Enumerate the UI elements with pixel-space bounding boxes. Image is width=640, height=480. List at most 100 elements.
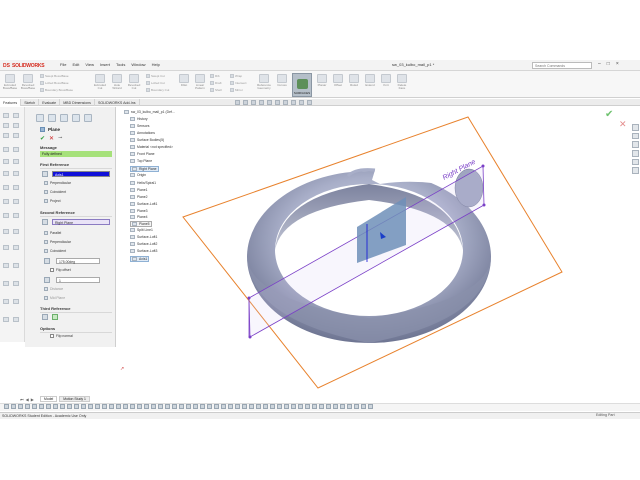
extend-surface-button[interactable]: Extend: [362, 74, 378, 87]
dome-icon[interactable]: [319, 404, 324, 409]
hide-show-icon[interactable]: [283, 100, 288, 105]
strip-icon-17[interactable]: [3, 213, 9, 218]
sweep-icon[interactable]: [130, 404, 135, 409]
mid-surface-icon[interactable]: [249, 404, 254, 409]
revolved-boss-button[interactable]: Revolved Boss/Base: [20, 74, 36, 90]
strip-icon-1[interactable]: [3, 113, 9, 118]
tab-sketch[interactable]: Sketch: [21, 99, 40, 106]
fill-icon[interactable]: [228, 404, 233, 409]
tab-motion-study[interactable]: Motion Study 1: [59, 396, 90, 402]
design-library-icon[interactable]: [632, 132, 639, 140]
delete-face-icon[interactable]: [256, 404, 261, 409]
strip-icon-19[interactable]: [3, 229, 9, 234]
strip-icon-3[interactable]: [3, 123, 9, 128]
strip-icon-13[interactable]: [3, 185, 9, 190]
first-ref-project[interactable]: Project: [44, 199, 61, 203]
tab-model[interactable]: Model: [40, 396, 58, 402]
menu-window[interactable]: Window: [131, 62, 145, 67]
lofted-boss-button[interactable]: Lofted Boss/Base: [40, 81, 69, 85]
untrim-icon[interactable]: [270, 404, 275, 409]
loft-icon[interactable]: [123, 404, 128, 409]
handle-point[interactable]: [248, 335, 252, 339]
view-palette-icon[interactable]: [632, 150, 639, 157]
rectangle-icon[interactable]: [11, 404, 16, 409]
shell-button[interactable]: Shell: [210, 88, 222, 92]
offset-icon[interactable]: [53, 404, 58, 409]
confirm-cancel-icon[interactable]: ✕: [619, 119, 627, 130]
strip-icon-24[interactable]: [13, 263, 19, 268]
settings-icon[interactable]: [368, 404, 373, 409]
menu-view[interactable]: View: [85, 62, 94, 67]
view-settings-icon[interactable]: [307, 100, 312, 105]
fillet-button[interactable]: Fillet: [176, 74, 192, 87]
surfaces-tab-button[interactable]: SURFACES: [292, 73, 312, 97]
menu-insert[interactable]: Insert: [100, 62, 110, 67]
planar-icon[interactable]: [214, 404, 219, 409]
revolved-cut-button[interactable]: Revolved Cut: [126, 74, 142, 90]
view-orientation-icon[interactable]: [267, 100, 272, 105]
property-manager-tab-icon[interactable]: [48, 114, 56, 122]
swept-boss-button[interactable]: Swept Boss/Base: [40, 74, 69, 78]
zoom-area-icon[interactable]: [243, 100, 248, 105]
curves-button[interactable]: Curves: [274, 74, 290, 87]
ruled-surface-button[interactable]: Ruled: [346, 74, 362, 87]
flip-normal-checkbox[interactable]: Flip normal: [50, 334, 73, 338]
lofted-cut-button[interactable]: Lofted Cut: [146, 81, 165, 85]
minimize-icon[interactable]: –: [598, 61, 601, 67]
spline-icon[interactable]: [32, 404, 37, 409]
circle-icon[interactable]: [18, 404, 23, 409]
resources-icon[interactable]: [632, 124, 639, 131]
mid-plane-option[interactable]: Mid Plane: [44, 296, 65, 300]
appearances-icon[interactable]: [632, 158, 639, 166]
strip-icon-7[interactable]: [3, 147, 9, 152]
solidworks-logo[interactable]: DS SOLIDWORKS: [3, 61, 47, 70]
ok-check-icon[interactable]: ✔: [40, 135, 45, 142]
strip-icon-11[interactable]: [3, 171, 9, 176]
flip-offset-checkbox[interactable]: Flip offset: [50, 268, 71, 272]
display-style-icon[interactable]: [275, 100, 280, 105]
menu-tools[interactable]: Tools: [116, 62, 125, 67]
first-reference-field[interactable]: Axis1: [52, 171, 110, 177]
appearance-icon[interactable]: [291, 100, 296, 105]
strip-icon-15[interactable]: [3, 199, 9, 204]
pattern-icon[interactable]: [67, 404, 72, 409]
mirror-icon[interactable]: [60, 404, 65, 409]
scale-icon[interactable]: [347, 404, 352, 409]
delete-face-button[interactable]: Delete Face: [394, 74, 410, 90]
planar-surface-button[interactable]: Planar: [314, 74, 330, 87]
maximize-icon[interactable]: □: [607, 61, 610, 67]
boundary-cut-button[interactable]: Boundary Cut: [146, 88, 169, 92]
strip-icon-8[interactable]: [13, 147, 19, 152]
freeform-icon[interactable]: [326, 404, 331, 409]
axis-icon[interactable]: [144, 404, 149, 409]
mirror-button[interactable]: Mirror: [230, 88, 243, 92]
curve-icon[interactable]: [165, 404, 170, 409]
first-ref-perpendicular[interactable]: Perpendicular: [44, 181, 71, 185]
next-tab-icon[interactable]: ▶: [31, 397, 34, 402]
first-ref-coincident[interactable]: Coincident: [44, 190, 66, 194]
file-explorer-icon[interactable]: [632, 141, 639, 149]
strip-icon-16[interactable]: [13, 199, 19, 204]
config-manager-tab-icon[interactable]: [60, 114, 68, 122]
wrap-icon[interactable]: [284, 404, 289, 409]
handle-point[interactable]: [482, 203, 486, 207]
third-reference-header[interactable]: Third Reference: [40, 306, 112, 313]
cancel-x-icon[interactable]: ✕: [49, 135, 54, 142]
strip-icon-6[interactable]: [13, 133, 19, 138]
arc-icon[interactable]: [25, 404, 30, 409]
graphics-viewport[interactable]: Right Plane: [117, 107, 632, 395]
angle-input[interactable]: 175.00deg: [56, 258, 100, 264]
boundary-icon[interactable]: [221, 404, 226, 409]
custom-properties-icon[interactable]: [632, 167, 639, 175]
dimension-icon[interactable]: [74, 404, 79, 409]
move-face-icon[interactable]: [298, 404, 303, 409]
helix-icon[interactable]: [172, 404, 177, 409]
move-copy-icon[interactable]: [361, 404, 366, 409]
knit-icon[interactable]: [186, 404, 191, 409]
measure-icon[interactable]: [151, 404, 156, 409]
prev-tab-icon[interactable]: ◀: [26, 397, 29, 402]
strip-icon-5[interactable]: [3, 133, 9, 138]
previous-view-icon[interactable]: [251, 100, 256, 105]
strip-icon-26[interactable]: [13, 281, 19, 286]
extrude-icon[interactable]: [88, 404, 93, 409]
